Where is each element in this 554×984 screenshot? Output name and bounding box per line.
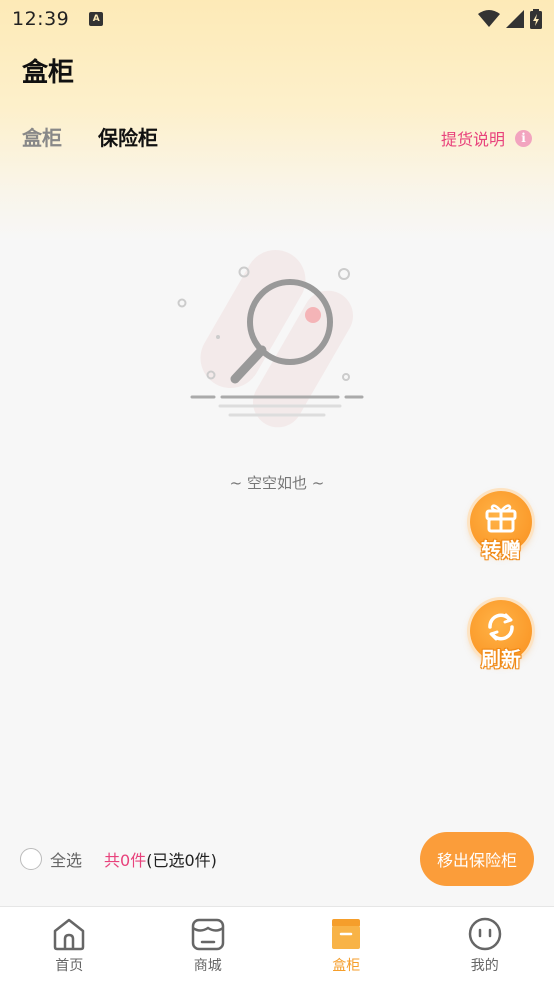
empty-state-text: ~ 空空如也 ~ (229, 474, 325, 492)
select-all-radio[interactable] (20, 848, 42, 870)
nav-profile[interactable]: 我的 (416, 907, 554, 984)
status-time: 12:39 (12, 8, 70, 30)
item-count: 共0件(已选0件) (104, 847, 217, 871)
info-icon: i (515, 129, 532, 147)
nav-box-cabinet[interactable]: 盒柜 (277, 907, 416, 984)
nav-box-cabinet-label: 盒柜 (332, 958, 361, 974)
tab-box-cabinet[interactable]: 盒柜 (22, 122, 62, 151)
select-all-checkbox[interactable]: 全选 (20, 847, 82, 871)
refresh-button[interactable]: 刷新 (470, 600, 532, 671)
status-icons (478, 9, 542, 29)
profile-icon (468, 917, 501, 951)
refresh-icon (488, 613, 514, 641)
count-value: 0件 (120, 851, 147, 870)
bottom-navigation: 首页 商城 盒柜 我的 (0, 906, 554, 984)
selected-count: (已选0件) (146, 851, 217, 870)
tab-safe-cabinet[interactable]: 保险柜 (98, 122, 158, 151)
home-icon (54, 918, 85, 951)
nav-store-label: 商城 (193, 958, 222, 974)
gift-transfer-button[interactable]: 转赠 (470, 491, 532, 562)
bottom-action-bar: 全选 共0件(已选0件) 移出保险柜 (0, 828, 554, 890)
pickup-instructions-link[interactable]: 提货说明 i (441, 126, 532, 150)
page-title: 盒柜 (22, 58, 75, 88)
store-icon (191, 918, 224, 951)
count-prefix: 共 (104, 851, 121, 870)
select-all-label: 全选 (50, 851, 83, 870)
box-icon (332, 919, 361, 949)
empty-magnifier-illustration (177, 250, 364, 428)
nav-store[interactable]: 商城 (139, 907, 278, 984)
pickup-instructions-label: 提货说明 (440, 130, 505, 149)
gift-transfer-label: 转赠 (481, 538, 521, 562)
nav-home[interactable]: 首页 (0, 907, 139, 984)
battery-icon (530, 9, 542, 29)
gift-icon (485, 504, 517, 533)
wifi-icon (478, 10, 500, 27)
nav-home-label: 首页 (55, 958, 84, 974)
notification-icon: A (89, 12, 104, 26)
refresh-label: 刷新 (481, 647, 521, 671)
nav-profile-label: 我的 (470, 958, 499, 974)
move-out-safe-button[interactable]: 移出保险柜 (420, 832, 534, 886)
signal-icon (506, 10, 524, 28)
status-bar: 12:39 A (0, 0, 554, 38)
tab-bar: 盒柜 保险柜 (22, 122, 158, 151)
